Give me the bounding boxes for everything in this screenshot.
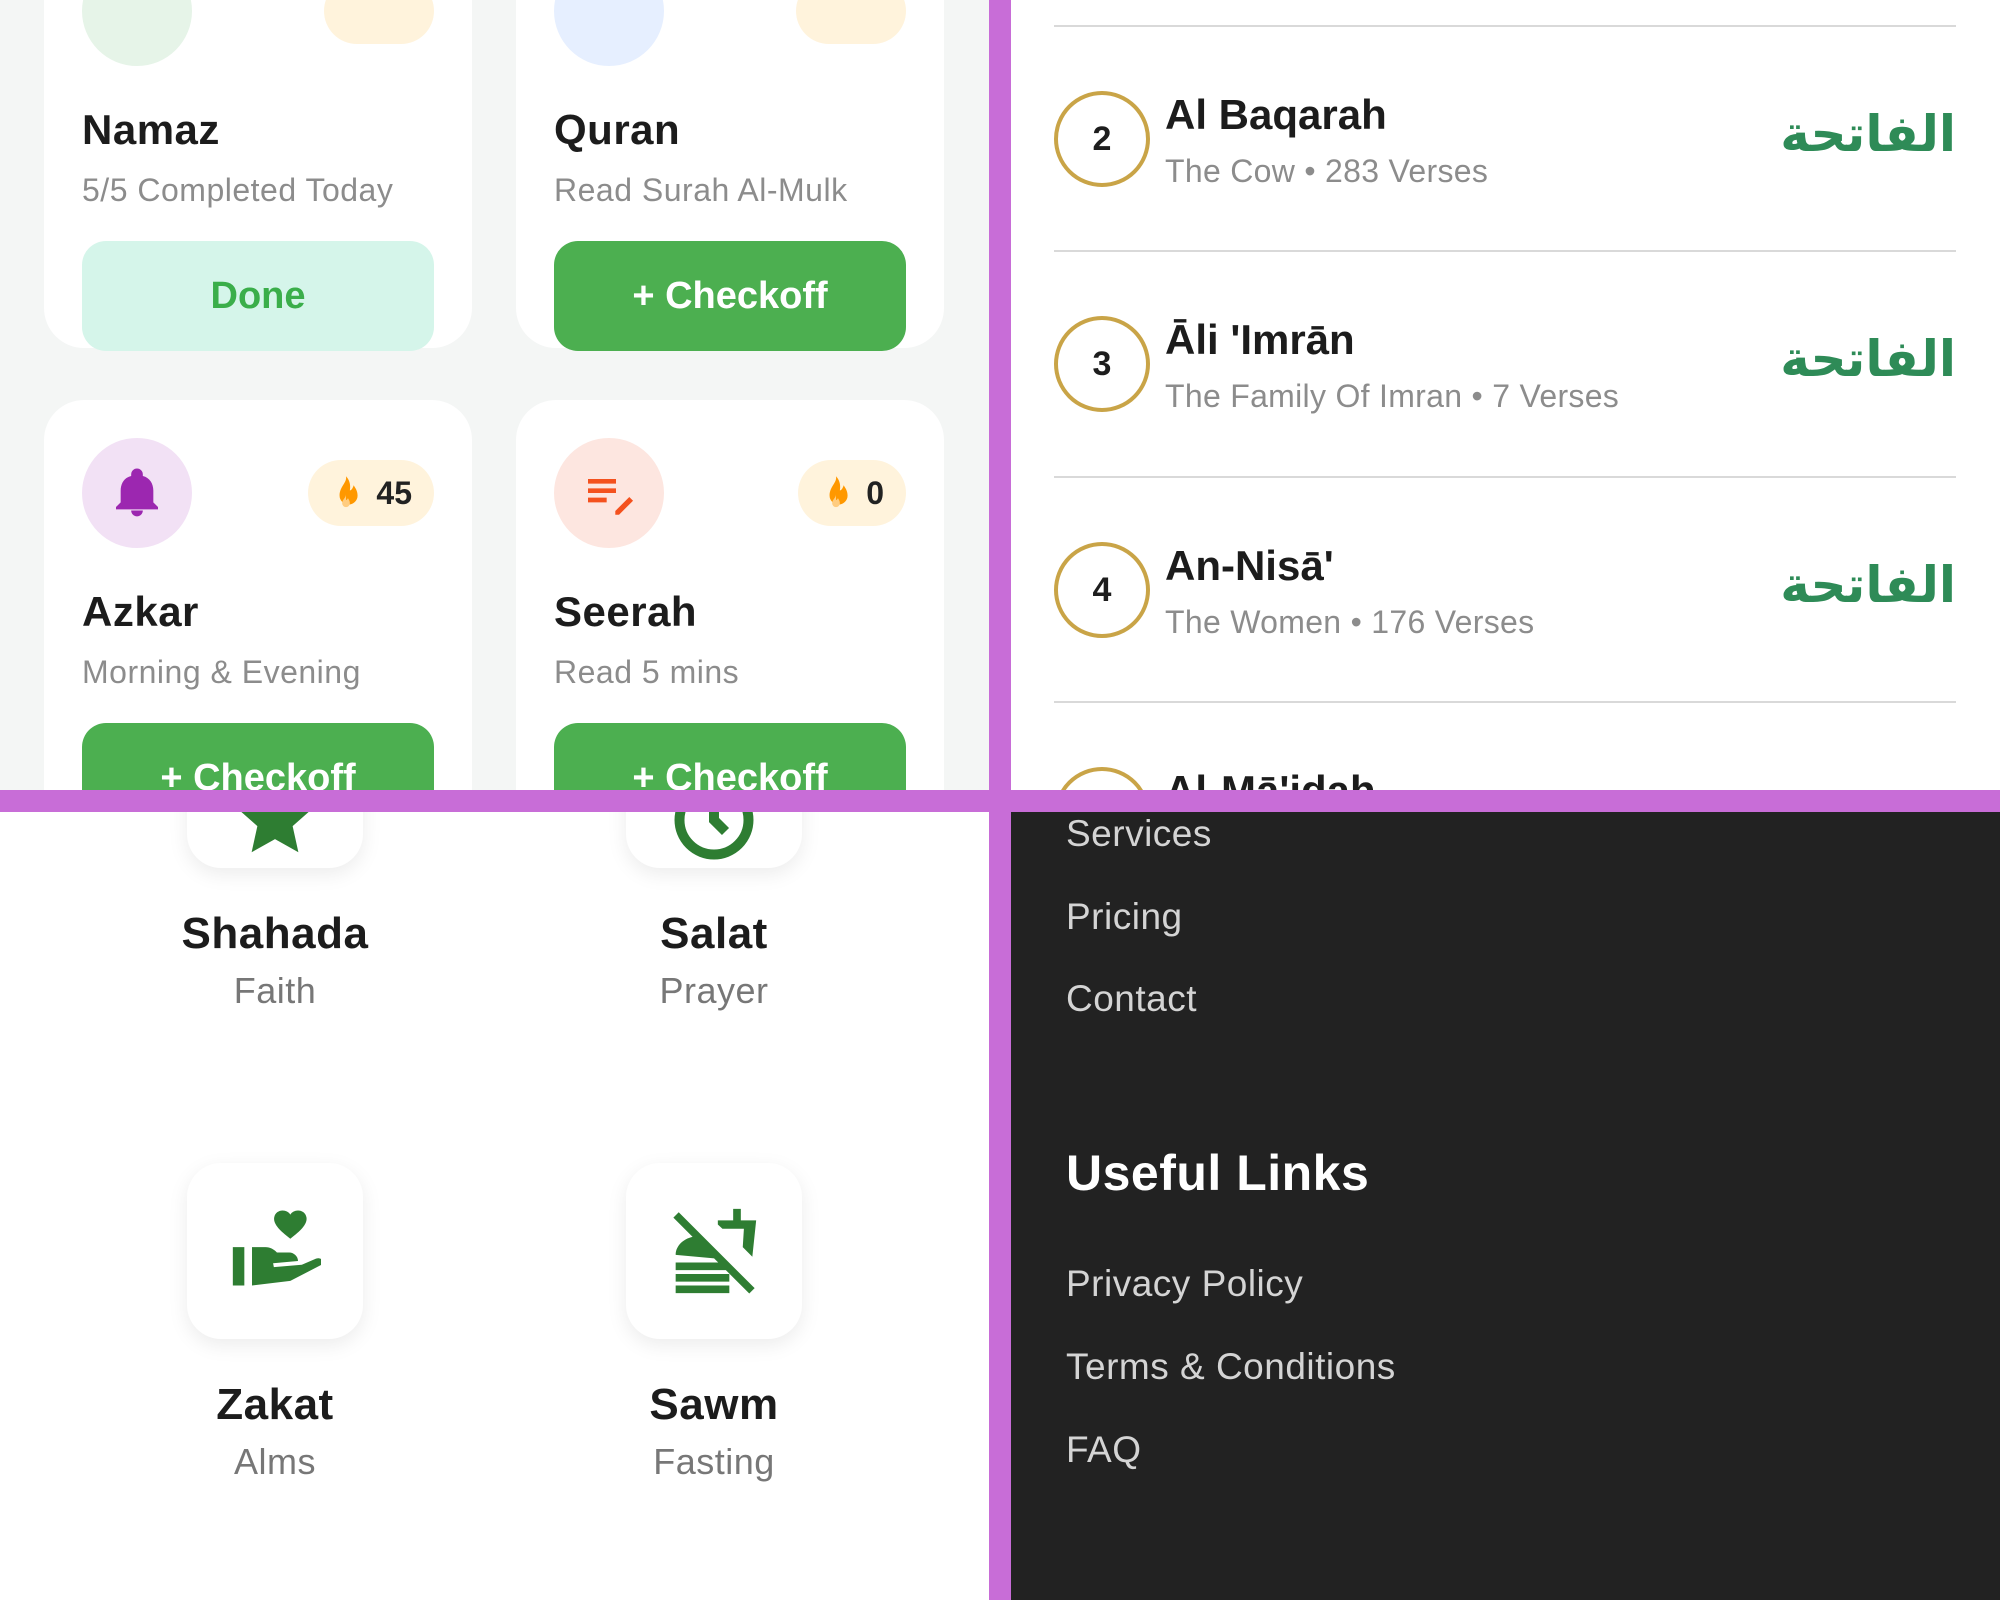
no-food-icon bbox=[673, 1208, 757, 1294]
surah-number-badge: 4 bbox=[1054, 542, 1150, 638]
footer-link-contact[interactable]: Contact bbox=[1066, 978, 1197, 1020]
flame-icon bbox=[339, 476, 358, 508]
surah-arabic-name: الفاتحة bbox=[1780, 556, 1956, 614]
pillar-salat[interactable]: Salat Prayer bbox=[544, 812, 884, 1052]
habit-subtitle: Morning & Evening bbox=[82, 654, 361, 690]
habit-card-quran: Quran Read Surah Al-Mulk + Checkoff bbox=[516, 0, 944, 351]
star-icon bbox=[241, 812, 309, 853]
surah-row[interactable]: 5 Al-Mā'idah bbox=[1054, 701, 1956, 790]
done-button[interactable]: Done bbox=[82, 241, 434, 351]
pillars-panel: Shahada Faith Salat Prayer Zakat Alms Sa… bbox=[0, 812, 989, 1600]
habit-card-namaz: Namaz 5/5 Completed Today Done bbox=[44, 0, 472, 351]
habit-subtitle: 5/5 Completed Today bbox=[82, 172, 394, 208]
footer-link-privacy-policy[interactable]: Privacy Policy bbox=[1066, 1263, 1303, 1305]
surah-row[interactable]: 3 Āli 'Imrān The Family Of Imran • 7 Ver… bbox=[1054, 250, 1956, 475]
surah-number-badge: 2 bbox=[1054, 91, 1150, 187]
surah-arabic-name: الفاتحة bbox=[1780, 105, 1956, 163]
streak-count: 0 bbox=[866, 474, 884, 511]
surah-name: Al Baqarah bbox=[1165, 91, 1387, 138]
habit-title: Seerah bbox=[554, 588, 698, 635]
pillar-tile bbox=[187, 812, 363, 868]
habit-title: Namaz bbox=[82, 106, 220, 153]
footer-link-pricing[interactable]: Pricing bbox=[1066, 896, 1183, 938]
habit-title: Azkar bbox=[82, 588, 199, 635]
streak-badge: 0 bbox=[798, 460, 906, 526]
surah-name: Āli 'Imrān bbox=[1165, 316, 1355, 363]
pillar-tile bbox=[187, 1163, 363, 1339]
pillar-subtitle: Faith bbox=[233, 970, 317, 1011]
footer-link-services[interactable]: Services bbox=[1066, 813, 1212, 855]
pillar-name: Zakat bbox=[216, 1380, 334, 1429]
habit-card-seerah: 0 Seerah Read 5 mins + Checkoff bbox=[516, 400, 944, 790]
surah-arabic-name: الفاتحة bbox=[1780, 330, 1956, 388]
surah-meta: The Family Of Imran • 7 Verses bbox=[1165, 378, 1620, 414]
checkoff-button[interactable]: + Checkoff bbox=[554, 241, 906, 351]
habit-subtitle: Read 5 mins bbox=[554, 654, 740, 690]
pillar-shahada[interactable]: Shahada Faith bbox=[105, 812, 445, 1052]
checkoff-button[interactable]: + Checkoff bbox=[82, 723, 434, 790]
pillar-name: Shahada bbox=[181, 909, 369, 958]
footer-panel: Services Pricing Contact Useful Links Pr… bbox=[1011, 812, 2000, 1600]
surah-list-panel: 2 Al Baqarah The Cow • 283 Verses الفاتح… bbox=[1011, 0, 2000, 790]
habit-subtitle: Read Surah Al-Mulk bbox=[554, 172, 848, 208]
footer-link-faq[interactable]: FAQ bbox=[1066, 1429, 1142, 1471]
charity-hand-heart-icon bbox=[232, 1210, 321, 1286]
pillar-subtitle: Prayer bbox=[659, 970, 769, 1011]
pillar-sawm[interactable]: Sawm Fasting bbox=[544, 1163, 884, 1523]
surah-name: Al-Mā'idah bbox=[1165, 767, 1376, 790]
habit-title: Quran bbox=[554, 106, 681, 153]
notes-edit-icon bbox=[554, 438, 664, 548]
useful-links-heading: Useful Links bbox=[1066, 1145, 1370, 1201]
surah-number-badge: 3 bbox=[1054, 316, 1150, 412]
surah-meta: The Cow • 283 Verses bbox=[1165, 153, 1489, 189]
surah-meta: The Women • 176 Verses bbox=[1165, 604, 1535, 640]
habit-tracker-panel: Namaz 5/5 Completed Today Done Quran Rea… bbox=[0, 0, 989, 790]
surah-row[interactable]: 4 An-Nisā' The Women • 176 Verses الفاتح… bbox=[1054, 476, 1956, 701]
pillar-tile bbox=[626, 812, 802, 868]
habit-card-azkar: 45 Azkar Morning & Evening + Checkoff bbox=[44, 400, 472, 790]
prayer-icon bbox=[82, 0, 192, 66]
surah-row[interactable]: 2 Al Baqarah The Cow • 283 Verses الفاتح… bbox=[1054, 25, 1956, 250]
pillar-subtitle: Fasting bbox=[653, 1441, 775, 1482]
surah-number-badge: 5 bbox=[1054, 767, 1150, 790]
book-icon bbox=[554, 0, 664, 66]
streak-count: 45 bbox=[376, 474, 412, 511]
pillar-name: Sawm bbox=[649, 1380, 779, 1429]
pillar-subtitle: Alms bbox=[234, 1441, 316, 1482]
pillar-zakat[interactable]: Zakat Alms bbox=[105, 1163, 445, 1523]
footer-link-terms[interactable]: Terms & Conditions bbox=[1066, 1346, 1396, 1388]
surah-name: An-Nisā' bbox=[1165, 542, 1334, 589]
bell-icon bbox=[82, 438, 192, 548]
pillar-name: Salat bbox=[660, 909, 768, 958]
streak-badge: 45 bbox=[308, 460, 434, 526]
streak-badge bbox=[796, 0, 906, 44]
checkoff-button[interactable]: + Checkoff bbox=[554, 723, 906, 790]
clock-icon bbox=[674, 812, 754, 860]
streak-badge bbox=[324, 0, 434, 44]
flame-icon bbox=[829, 476, 848, 508]
pillar-tile bbox=[626, 1163, 802, 1339]
